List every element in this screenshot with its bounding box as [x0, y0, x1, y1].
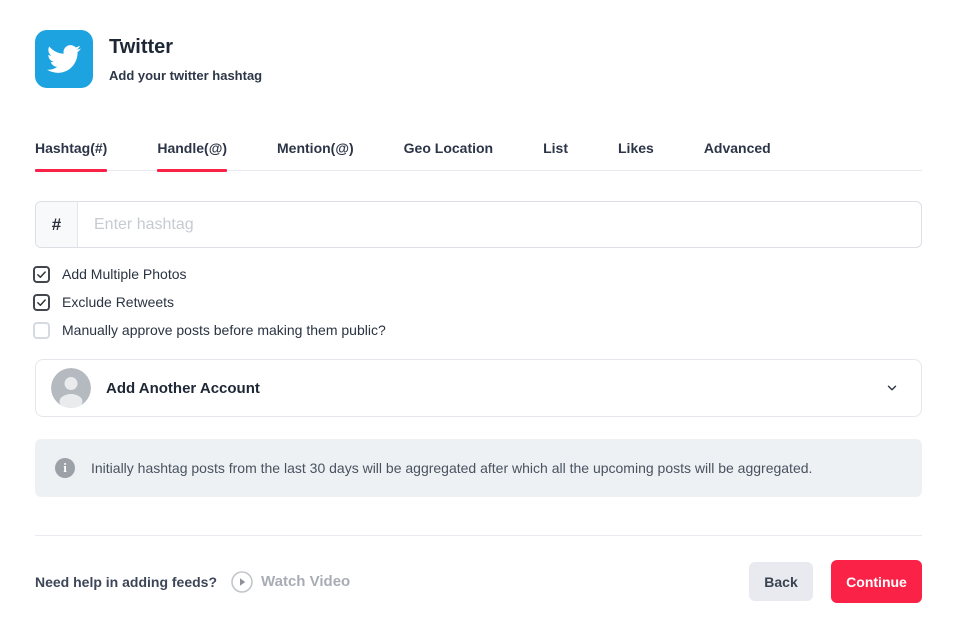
- play-icon: [231, 571, 253, 593]
- checkmark-icon: [36, 297, 47, 308]
- header: Twitter Add your twitter hashtag: [35, 30, 922, 88]
- info-banner-text: Initially hashtag posts from the last 30…: [91, 460, 812, 476]
- continue-button[interactable]: Continue: [831, 560, 922, 603]
- option-exclude-retweets[interactable]: Exclude Retweets: [35, 288, 922, 316]
- tab-geo-location[interactable]: Geo Location: [404, 140, 493, 170]
- tab-likes[interactable]: Likes: [618, 140, 654, 170]
- tab-hashtag[interactable]: Hashtag(#): [35, 140, 107, 170]
- footer: Need help in adding feeds? Watch Video B…: [35, 560, 922, 603]
- checkmark-icon: [36, 269, 47, 280]
- option-label: Manually approve posts before making the…: [62, 322, 386, 338]
- tab-mention[interactable]: Mention(@): [277, 140, 354, 170]
- watch-video-link[interactable]: Watch Video: [231, 571, 350, 593]
- info-banner: i Initially hashtag posts from the last …: [35, 439, 922, 497]
- twitter-logo: [35, 30, 93, 88]
- hashtag-input-group: #: [35, 201, 922, 248]
- footer-divider: [35, 535, 922, 536]
- chevron-down-icon: [885, 381, 899, 395]
- twitter-feed-setup-page: Twitter Add your twitter hashtag Hashtag…: [0, 0, 954, 603]
- option-label: Add Multiple Photos: [62, 266, 187, 282]
- option-add-multiple-photos[interactable]: Add Multiple Photos: [35, 260, 922, 288]
- add-another-account-dropdown[interactable]: Add Another Account: [35, 359, 922, 417]
- hashtag-prefix-icon: #: [36, 202, 78, 247]
- user-avatar-icon: [51, 368, 91, 408]
- options-list: Add Multiple Photos Exclude Retweets Man…: [35, 260, 922, 344]
- option-manual-approve[interactable]: Manually approve posts before making the…: [35, 316, 922, 344]
- help-text: Need help in adding feeds?: [35, 574, 217, 590]
- add-another-account-label: Add Another Account: [106, 380, 885, 397]
- twitter-bird-icon: [47, 42, 81, 76]
- header-text: Twitter Add your twitter hashtag: [109, 35, 262, 83]
- page-subtitle: Add your twitter hashtag: [109, 68, 262, 83]
- page-title: Twitter: [109, 35, 262, 59]
- tab-advanced[interactable]: Advanced: [704, 140, 771, 170]
- watch-video-label: Watch Video: [261, 573, 350, 590]
- tab-bar: Hashtag(#) Handle(@) Mention(@) Geo Loca…: [35, 140, 922, 171]
- hashtag-input[interactable]: [78, 202, 921, 247]
- info-icon: i: [55, 458, 75, 478]
- option-label: Exclude Retweets: [62, 294, 174, 310]
- back-button[interactable]: Back: [749, 562, 813, 601]
- tab-list[interactable]: List: [543, 140, 568, 170]
- checkbox-exclude-retweets[interactable]: [33, 294, 50, 311]
- checkbox-add-multiple-photos[interactable]: [33, 266, 50, 283]
- tab-handle[interactable]: Handle(@): [157, 140, 227, 170]
- checkbox-manual-approve[interactable]: [33, 322, 50, 339]
